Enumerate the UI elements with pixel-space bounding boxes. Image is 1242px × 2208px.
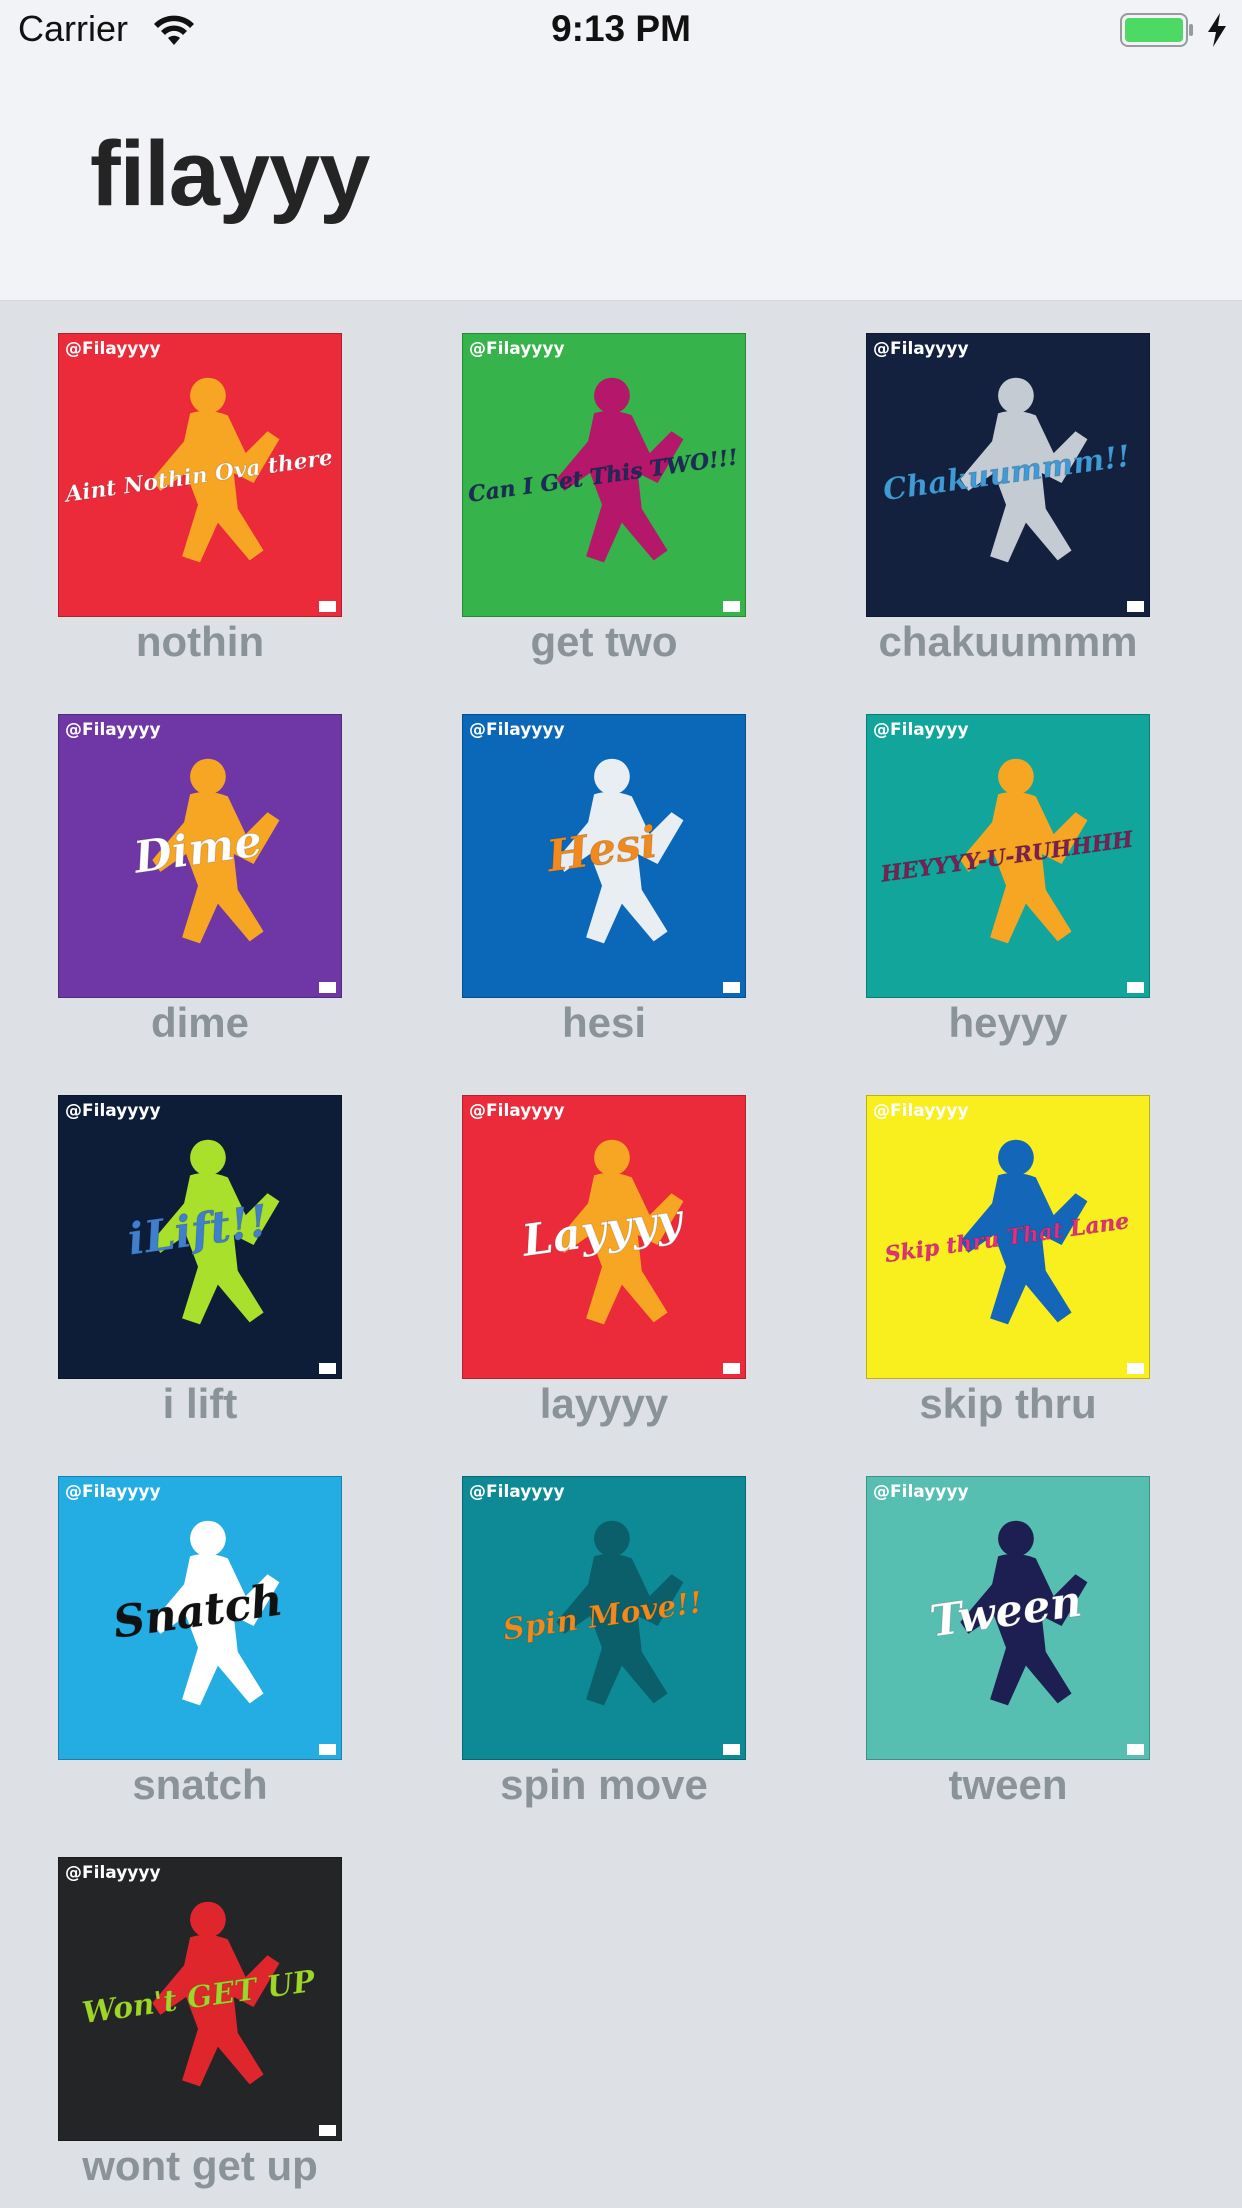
sticker-cell-skip-thru[interactable]: Skip thru That Lane @Filayyyy skip thru [836, 1062, 1166, 1443]
sticker-handle: @Filayyyy [469, 339, 565, 359]
sticker-artwork: Chakuummm!! [880, 377, 1133, 563]
sticker-image[interactable]: Chakuummm!! @Filayyyy [866, 333, 1150, 617]
sticker-artwork: Layyyy [516, 1139, 688, 1325]
sticker-cell-layyyy[interactable]: Layyyy @Filayyyy layyyy [432, 1062, 762, 1443]
sticker-cell-get-two[interactable]: Can I Get This TWO!!! @Filayyyy get two [432, 300, 762, 681]
sticker-handle: @Filayyyy [873, 339, 969, 359]
watermark-badge-icon [1127, 1744, 1144, 1755]
sticker-artwork: Hesi [541, 758, 684, 944]
sticker-artwork: Spin Move!! [500, 1520, 705, 1706]
sticker-cell-snatch[interactable]: Snatch @Filayyyy snatch [28, 1443, 358, 1824]
sticker-image[interactable]: Layyyy @Filayyyy [462, 1095, 746, 1379]
sticker-handle: @Filayyyy [873, 1482, 969, 1502]
navigation-header: filayyy [0, 62, 1242, 301]
watermark-badge-icon [1127, 982, 1144, 993]
sticker-cell-hesi[interactable]: Hesi @Filayyyy hesi [432, 681, 762, 1062]
sticker-handle: @Filayyyy [873, 720, 969, 740]
watermark-badge-icon [319, 2125, 336, 2136]
sticker-cell-wont-get-up[interactable]: Won't GET UP @Filayyyy wont get up [28, 1824, 358, 2205]
sticker-image[interactable]: Aint Nothin Ova there @Filayyyy [58, 333, 342, 617]
watermark-badge-icon [723, 601, 740, 612]
sticker-image[interactable]: iLift!! @Filayyyy [58, 1095, 342, 1379]
watermark-badge-icon [723, 1744, 740, 1755]
sticker-label: chakuummm [878, 618, 1138, 665]
sticker-handle: @Filayyyy [65, 339, 161, 359]
watermark-badge-icon [319, 601, 336, 612]
sticker-art-text: Hesi [542, 817, 660, 883]
sticker-art-text: Dime [129, 815, 265, 884]
sticker-art-text: iLift!! [124, 1196, 271, 1266]
sticker-cell-nothin[interactable]: Aint Nothin Ova there @Filayyyy nothin [28, 300, 358, 681]
sticker-art-text: Layyyy [517, 1194, 688, 1267]
sticker-label: i lift [162, 1380, 238, 1427]
sticker-handle: @Filayyyy [65, 1863, 161, 1883]
sticker-cell-i-lift[interactable]: iLift!! @Filayyyy i lift [28, 1062, 358, 1443]
sticker-artwork: Tween [926, 1520, 1088, 1706]
sticker-handle: @Filayyyy [469, 1482, 565, 1502]
sticker-cell-dime[interactable]: Dime @Filayyyy dime [28, 681, 358, 1062]
sticker-artwork: Skip thru That Lane [883, 1139, 1131, 1325]
sticker-handle: @Filayyyy [873, 1101, 969, 1121]
sticker-handle: @Filayyyy [469, 1101, 565, 1121]
status-bar: Carrier 9:13 PM [0, 0, 1242, 62]
sticker-label: heyyy [948, 999, 1068, 1046]
sticker-handle: @Filayyyy [65, 720, 161, 740]
watermark-badge-icon [319, 1744, 336, 1755]
sticker-label: wont get up [82, 2142, 318, 2189]
sticker-label: spin move [500, 1761, 708, 1808]
watermark-badge-icon [319, 982, 336, 993]
sticker-cell-tween[interactable]: Tween @Filayyyy tween [836, 1443, 1166, 1824]
watermark-badge-icon [723, 982, 740, 993]
sticker-handle: @Filayyyy [469, 720, 565, 740]
sticker-image[interactable]: Snatch @Filayyyy [58, 1476, 342, 1760]
charging-bolt-icon [1208, 13, 1226, 47]
sticker-label: dime [150, 999, 250, 1046]
sticker-artwork: Snatch [110, 1520, 286, 1706]
battery-icon [1120, 13, 1193, 47]
sticker-artwork: Aint Nothin Ova there [61, 377, 335, 563]
sticker-label: nothin [135, 618, 265, 665]
sticker-artwork: Can I Get This TWO!!! [466, 377, 740, 563]
sticker-handle: @Filayyyy [65, 1101, 161, 1121]
watermark-badge-icon [1127, 1363, 1144, 1374]
sticker-image[interactable]: HEYYYY-U-RUHHHH @Filayyyy [866, 714, 1150, 998]
sticker-cell-chakuummm[interactable]: Chakuummm!! @Filayyyy chakuummm [836, 300, 1166, 681]
sticker-grid: Aint Nothin Ova there @Filayyyy nothin Can … [0, 300, 1242, 2208]
sticker-label: snatch [132, 1761, 268, 1808]
sticker-image[interactable]: Hesi @Filayyyy [462, 714, 746, 998]
sticker-image[interactable]: Skip thru That Lane @Filayyyy [866, 1095, 1150, 1379]
sticker-image[interactable]: Can I Get This TWO!!! @Filayyyy [462, 333, 746, 617]
sticker-image[interactable]: Spin Move!! @Filayyyy [462, 1476, 746, 1760]
sticker-handle: @Filayyyy [65, 1482, 161, 1502]
page-title: filayyy [90, 123, 370, 225]
sticker-artwork: Won't GET UP [80, 1901, 319, 2087]
sticker-artwork: iLift!! [124, 1139, 280, 1325]
sticker-artwork: HEYYYY-U-RUHHHH [878, 758, 1136, 944]
sticker-label: layyyy [539, 1380, 669, 1427]
sticker-cell-heyyy[interactable]: HEYYYY-U-RUHHHH @Filayyyy heyyy [836, 681, 1166, 1062]
sticker-image[interactable]: Won't GET UP @Filayyyy [58, 1857, 342, 2141]
sticker-image[interactable]: Dime @Filayyyy [58, 714, 342, 998]
sticker-cell-spin-move[interactable]: Spin Move!! @Filayyyy spin move [432, 1443, 762, 1824]
status-time: 9:13 PM [551, 8, 691, 49]
sticker-art-text: Tween [927, 1576, 1085, 1648]
watermark-badge-icon [319, 1363, 336, 1374]
sticker-label: get two [530, 618, 678, 665]
sticker-label: tween [948, 1761, 1068, 1808]
sticker-label: skip thru [919, 1380, 1097, 1427]
sticker-artwork: Dime [128, 758, 280, 944]
sticker-image[interactable]: Tween @Filayyyy [866, 1476, 1150, 1760]
sticker-label: hesi [561, 999, 647, 1046]
watermark-badge-icon [1127, 601, 1144, 612]
watermark-badge-icon [723, 1363, 740, 1374]
